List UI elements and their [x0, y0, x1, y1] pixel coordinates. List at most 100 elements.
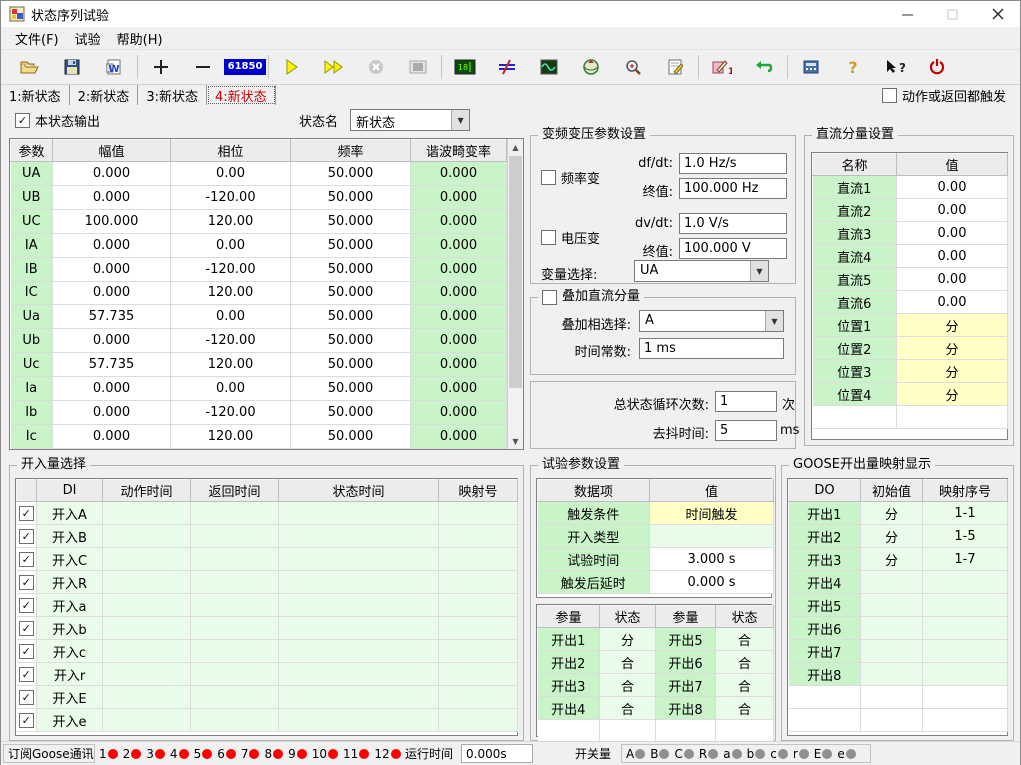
cycle-count-input[interactable]	[715, 391, 777, 412]
cell[interactable]: 0.000	[52, 328, 171, 354]
cell[interactable]: 0.000	[410, 161, 507, 186]
cell[interactable]: 0.000	[52, 400, 171, 425]
run-fast-button[interactable]	[313, 53, 355, 81]
cell[interactable]: 3.000 s	[649, 547, 774, 571]
cell[interactable]: 0.000	[52, 233, 171, 258]
vertical-scrollbar[interactable]: ▲ ▼	[507, 139, 523, 449]
cell[interactable]: 0.000	[52, 161, 171, 186]
tab-state-3[interactable]: 3:新状态	[138, 85, 207, 105]
dvdt-input[interactable]	[679, 213, 787, 234]
cell[interactable]: -120.00	[170, 257, 291, 282]
state-output-checkbox[interactable]: ✓ 本状态输出	[15, 111, 100, 130]
cell[interactable]: 分	[896, 382, 1008, 406]
cell[interactable]	[896, 405, 1008, 429]
minimize-button[interactable]	[885, 1, 930, 27]
cell[interactable]: 0.00	[170, 161, 291, 186]
scroll-down-arrow[interactable]: ▼	[508, 433, 523, 449]
freq-change-checkbox[interactable]: 频率变	[541, 168, 600, 187]
cell[interactable]: 0.000	[410, 400, 507, 425]
cell[interactable]: 0.000	[52, 424, 171, 450]
add-state-button[interactable]	[140, 53, 182, 81]
chevron-down-icon[interactable]: ▼	[765, 311, 783, 331]
cell[interactable]: 57.735	[52, 352, 171, 378]
cell[interactable]	[649, 524, 774, 548]
cell[interactable]: 50.000	[290, 400, 411, 425]
zoom-button[interactable]	[612, 53, 654, 81]
cell[interactable]: 50.000	[290, 233, 411, 258]
cell[interactable]: 0.000	[410, 257, 507, 282]
cell[interactable]: 分	[896, 359, 1008, 383]
scroll-track[interactable]	[508, 389, 523, 433]
dfdt-input[interactable]	[679, 153, 787, 174]
menu-test[interactable]: 试验	[67, 27, 109, 50]
scroll-up-arrow[interactable]: ▲	[508, 139, 523, 155]
cell[interactable]: 0.000	[410, 281, 507, 306]
stop-button[interactable]	[397, 53, 439, 81]
checkbox-box[interactable]	[541, 230, 556, 245]
maximize-button[interactable]	[930, 1, 975, 27]
undo-button[interactable]	[743, 53, 785, 81]
cell[interactable]: 0.000	[52, 281, 171, 306]
save-button[interactable]	[51, 53, 93, 81]
open-file-button[interactable]	[9, 53, 51, 81]
checkbox-box[interactable]	[541, 170, 556, 185]
cell[interactable]: -120.00	[170, 400, 291, 425]
cell[interactable]: 0.000	[410, 424, 507, 450]
iec61850-button[interactable]: 61850	[223, 53, 267, 81]
tab-state-2[interactable]: 2:新状态	[69, 85, 139, 105]
cell[interactable]: 分	[896, 336, 1008, 360]
cell[interactable]: 0.000	[52, 376, 171, 402]
cell[interactable]: 100.000	[52, 209, 171, 234]
cell[interactable]: 120.00	[170, 281, 291, 306]
chevron-down-icon[interactable]: ▼	[750, 261, 768, 281]
scroll-thumb[interactable]	[509, 156, 522, 388]
volt-end-input[interactable]	[679, 238, 787, 259]
time-constant-input[interactable]	[639, 338, 784, 359]
cell[interactable]: 50.000	[290, 352, 411, 378]
row-checkbox[interactable]: ✓	[18, 551, 34, 567]
cell[interactable]: 0.00	[896, 198, 1008, 222]
cell[interactable]: 0.000	[410, 209, 507, 234]
cell[interactable]: -120.00	[170, 185, 291, 210]
dc-superpose-checkbox[interactable]: 叠加直流分量	[538, 289, 645, 305]
cell[interactable]: 0.00	[896, 244, 1008, 268]
cell[interactable]: 50.000	[290, 424, 411, 450]
cell[interactable]: -120.00	[170, 328, 291, 354]
cell[interactable]: 0.00	[170, 233, 291, 258]
run-button[interactable]	[271, 53, 313, 81]
row-checkbox[interactable]: ✓	[18, 666, 34, 682]
help-button[interactable]: ?	[832, 53, 874, 81]
row-checkbox[interactable]: ✓	[18, 505, 34, 521]
chevron-down-icon[interactable]: ▼	[451, 110, 470, 130]
calculator-button[interactable]	[790, 53, 832, 81]
cell[interactable]: 120.00	[170, 424, 291, 450]
close-button[interactable]	[975, 1, 1020, 27]
report-button[interactable]	[654, 53, 696, 81]
cell[interactable]: 时间触发	[649, 501, 774, 525]
cell[interactable]: 57.735	[52, 304, 171, 330]
power-exit-button[interactable]	[916, 53, 958, 81]
tab-state-1[interactable]: 1:新状态	[1, 85, 70, 105]
cell[interactable]: 50.000	[290, 257, 411, 282]
cell[interactable]: 0.000	[410, 352, 507, 378]
cell[interactable]: 0.000	[410, 376, 507, 402]
checkbox-box[interactable]: ✓	[15, 112, 30, 128]
cell[interactable]: 0.00	[896, 175, 1008, 199]
cell[interactable]: 0.00	[170, 304, 291, 330]
cell[interactable]: 50.000	[290, 185, 411, 210]
checkbox-box[interactable]	[881, 87, 897, 103]
volt-change-checkbox[interactable]: 电压变	[541, 228, 600, 247]
trigger-mode-checkbox[interactable]: 动作或返回都触发	[881, 86, 1006, 105]
row-checkbox[interactable]: ✓	[18, 712, 34, 728]
freq-end-input[interactable]	[679, 178, 787, 199]
row-checkbox[interactable]: ✓	[18, 620, 34, 636]
lcd-display-button[interactable]: 18	[444, 53, 486, 81]
phase-select[interactable]: A ▼	[639, 310, 784, 332]
state-name-select[interactable]: 新状态 ▼	[350, 109, 471, 131]
row-checkbox[interactable]: ✓	[18, 574, 34, 590]
cell[interactable]: 50.000	[290, 281, 411, 306]
cell[interactable]: 120.00	[170, 352, 291, 378]
cell[interactable]: 0.00	[896, 267, 1008, 291]
cell[interactable]: 0.00	[170, 376, 291, 402]
export-word-button[interactable]: W	[93, 53, 135, 81]
